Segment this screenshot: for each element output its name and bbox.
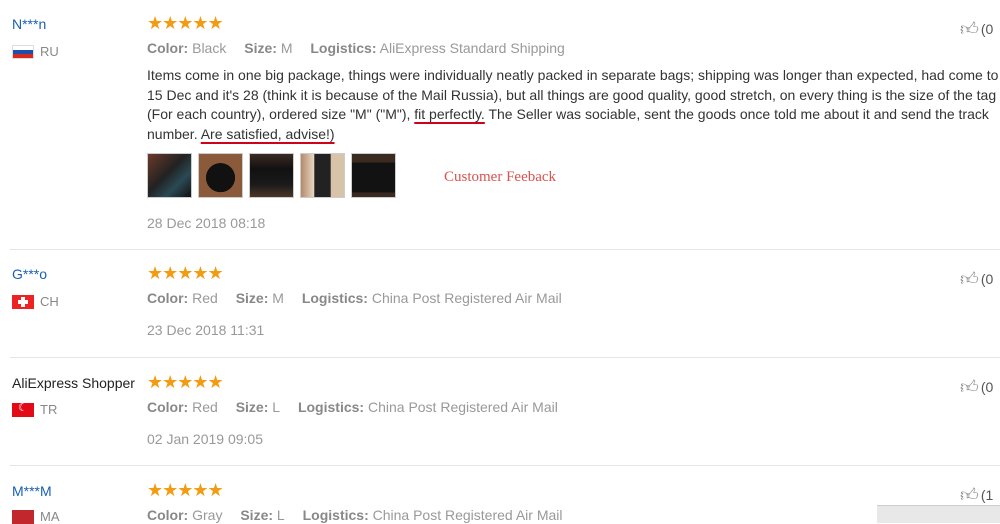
review-photo[interactable]	[300, 153, 345, 198]
order-details: Color: Gray Size: L Logistics: China Pos…	[147, 507, 563, 523]
review-photo[interactable]	[198, 153, 243, 198]
annotation-label: Customer Feeback	[444, 169, 557, 185]
reviewer-country: CH	[12, 294, 59, 309]
review-photos	[147, 153, 396, 198]
switzerland-flag-icon	[12, 294, 34, 309]
country-code: CH	[40, 294, 59, 309]
overlay-widget[interactable]	[877, 505, 1000, 523]
helpful-button[interactable]: 👍︎ (0	[960, 376, 993, 398]
logistics-label: Logistics:	[301, 290, 368, 306]
divider	[10, 465, 1000, 466]
size-label: Size:	[235, 290, 269, 306]
logistics-label: Logistics:	[310, 40, 377, 56]
divider	[10, 249, 1000, 250]
reviewer-country: TR	[12, 402, 57, 417]
size-label: Size:	[235, 399, 269, 415]
helpful-count: (0	[980, 21, 994, 37]
country-code: TR	[40, 402, 58, 417]
color-value: Red	[192, 290, 218, 306]
review-date: 02 Jan 2019 09:05	[147, 431, 263, 447]
color-label: Color:	[147, 290, 189, 306]
star-rating: ★★★★★	[147, 480, 224, 500]
helpful-count: (1	[980, 487, 994, 503]
russia-flag-icon	[12, 44, 34, 59]
color-value: Red	[192, 399, 218, 415]
helpful-count: (0	[980, 379, 994, 395]
size-label: Size:	[240, 507, 274, 523]
reviewer-name[interactable]: M***M	[12, 483, 52, 499]
logistics-value: China Post Registered Air Mail	[367, 399, 558, 415]
helpful-button[interactable]: 👍︎ (0	[960, 18, 993, 40]
color-value: Black	[192, 40, 227, 56]
logistics-value: China Post Registered Air Mail	[372, 507, 563, 523]
reviewer-country: RU	[12, 44, 59, 59]
reviewer-name[interactable]: N***n	[12, 16, 46, 32]
thumbs-up-icon: 👍︎	[960, 377, 979, 397]
star-rating: ★★★★★	[147, 372, 224, 392]
underlined-text: Are satisfied, advise!)	[200, 126, 335, 143]
country-code: RU	[40, 44, 59, 59]
order-details: Color: Black Size: M Logistics: AliExpre…	[147, 40, 565, 56]
thumbs-up-icon: 👍︎	[960, 485, 979, 505]
divider	[10, 357, 1000, 358]
review-photo[interactable]	[147, 153, 192, 198]
reviewer-name[interactable]: AliExpress Shopper	[12, 375, 135, 391]
star-rating: ★★★★★	[147, 13, 224, 33]
logistics-value: China Post Registered Air Mail	[371, 290, 562, 306]
helpful-count: (0	[980, 271, 994, 287]
size-value: L	[272, 399, 281, 415]
color-label: Color:	[147, 40, 189, 56]
logistics-value: AliExpress Standard Shipping	[379, 40, 565, 56]
reviewer-name[interactable]: G***o	[12, 266, 47, 282]
review-photo[interactable]	[351, 153, 396, 198]
order-details: Color: Red Size: L Logistics: China Post…	[147, 399, 558, 415]
thumbs-up-icon: 👍︎	[960, 269, 979, 289]
review-text: Items come in one big package, things we…	[147, 66, 1000, 145]
helpful-button[interactable]: 👍︎ (1	[960, 484, 993, 506]
review-date: 28 Dec 2018 08:18	[147, 215, 266, 231]
logistics-label: Logistics:	[302, 507, 369, 523]
size-value: L	[276, 507, 285, 523]
star-rating: ★★★★★	[147, 263, 224, 283]
helpful-button[interactable]: 👍︎ (0	[960, 268, 993, 290]
review-date: 23 Dec 2018 11:31	[147, 322, 265, 338]
size-value: M	[272, 290, 284, 306]
order-details: Color: Red Size: M Logistics: China Post…	[147, 290, 562, 306]
underlined-text: fit perfectly.	[414, 106, 485, 123]
color-label: Color:	[147, 399, 189, 415]
thumbs-up-icon: 👍︎	[960, 19, 979, 39]
color-value: Gray	[192, 507, 223, 523]
size-label: Size:	[244, 40, 277, 56]
review-photo[interactable]	[249, 153, 294, 198]
turkey-flag-icon	[12, 402, 34, 417]
logistics-label: Logistics:	[297, 399, 365, 415]
morocco-flag-icon	[12, 509, 34, 524]
size-value: M	[280, 40, 293, 56]
color-label: Color:	[147, 507, 189, 523]
